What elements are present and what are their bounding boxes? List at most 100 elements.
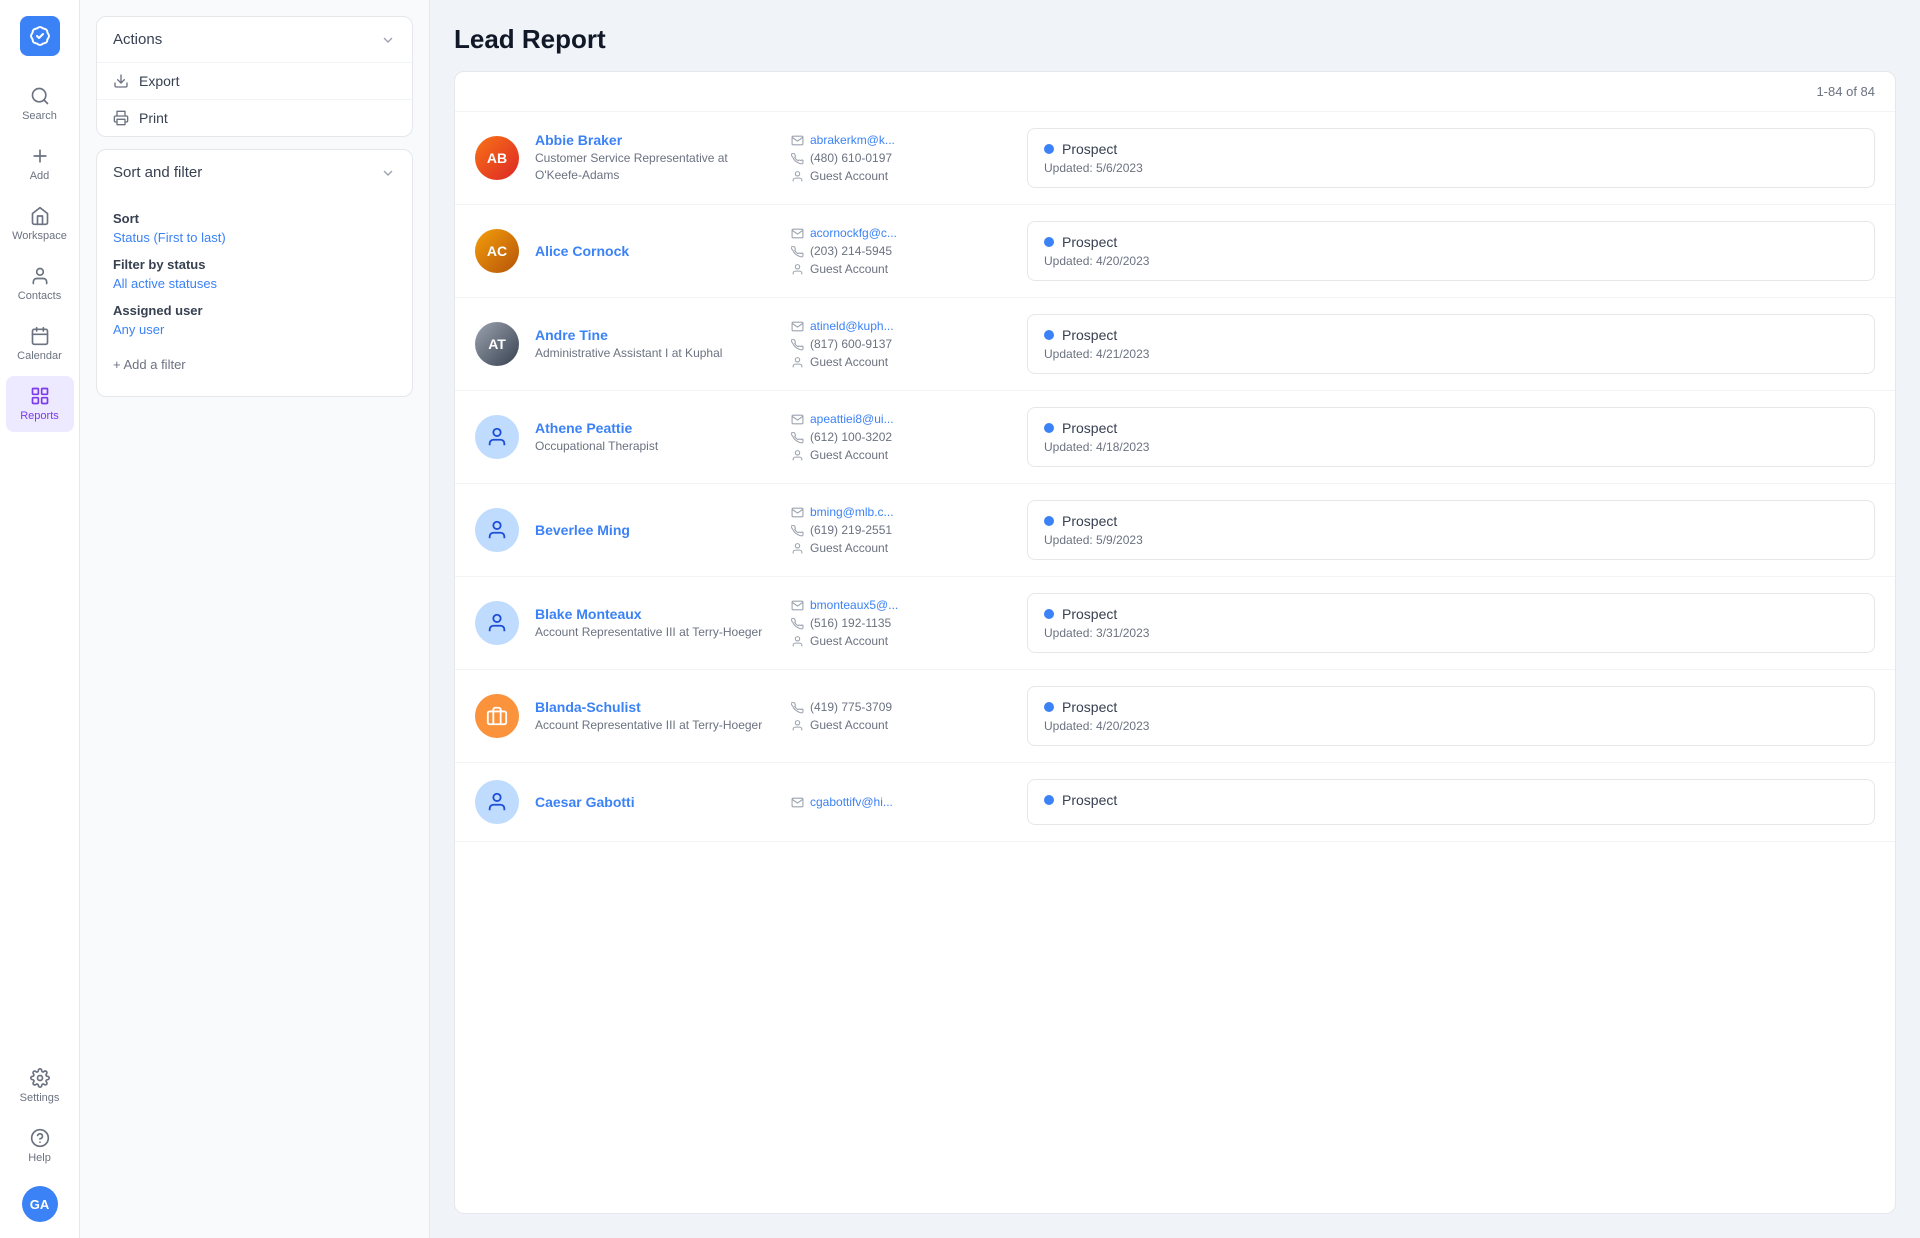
contact-phone: (480) 610-0197: [791, 151, 1011, 165]
contact-account: Guest Account: [791, 355, 1011, 369]
contact-account: Guest Account: [791, 169, 1011, 183]
lead-title: Account Representative III at Terry-Hoeg…: [535, 717, 775, 734]
sidebar-item-calendar[interactable]: Calendar: [6, 316, 74, 372]
contact-email: cgabottifv@hi...: [791, 795, 1011, 809]
table-row: AB Abbie Braker Customer Service Represe…: [455, 112, 1895, 205]
updated-text: Updated: 3/31/2023: [1044, 626, 1858, 640]
main-content: Lead Report 1-84 of 84 AB Abbie Braker C…: [430, 0, 1920, 1238]
contact-account: Guest Account: [791, 718, 1011, 732]
lead-name[interactable]: Blanda-Schulist: [535, 699, 775, 715]
contact-email: apeattiei8@ui...: [791, 412, 1011, 426]
status-label: Prospect: [1062, 792, 1117, 808]
phone-icon: [791, 245, 804, 258]
status-label: Prospect: [1062, 513, 1117, 529]
email-icon: [791, 796, 804, 809]
status-dot: [1044, 702, 1054, 712]
table-row: Blake Monteaux Account Representative II…: [455, 577, 1895, 670]
add-filter-button[interactable]: + Add a filter: [113, 349, 396, 380]
status-row: Prospect: [1044, 792, 1858, 808]
lead-status-card: Prospect Updated: 4/20/2023: [1027, 221, 1875, 281]
lead-name[interactable]: Athene Peattie: [535, 420, 775, 436]
actions-title: Actions: [113, 31, 162, 48]
contact-email: bming@mlb.c...: [791, 505, 1011, 519]
contact-email: abrakerkm@k...: [791, 133, 1011, 147]
lead-title: Account Representative III at Terry-Hoeg…: [535, 624, 775, 641]
assigned-user-value[interactable]: Any user: [113, 322, 396, 337]
status-row: Prospect: [1044, 699, 1858, 715]
sidebar-item-help[interactable]: Help: [6, 1118, 74, 1174]
sort-value[interactable]: Status (First to last): [113, 230, 396, 245]
sidebar-item-add[interactable]: Add: [6, 136, 74, 192]
table-row: Athene Peattie Occupational Therapist ap…: [455, 391, 1895, 484]
lead-info: Athene Peattie Occupational Therapist: [535, 420, 775, 455]
updated-text: Updated: 5/9/2023: [1044, 533, 1858, 547]
sidebar-item-label: Calendar: [17, 350, 62, 362]
email-icon: [791, 320, 804, 333]
chevron-down-icon: [380, 165, 396, 181]
account-icon: [791, 449, 804, 462]
lead-info: Caesar Gabotti: [535, 794, 775, 810]
lead-name[interactable]: Beverlee Ming: [535, 522, 775, 538]
user-avatar[interactable]: GA: [22, 1186, 58, 1222]
sort-filter-header[interactable]: Sort and filter: [97, 150, 412, 195]
contact-phone: (817) 600-9137: [791, 337, 1011, 351]
sidebar-item-search[interactable]: Search: [6, 76, 74, 132]
lead-status-card: Prospect Updated: 4/21/2023: [1027, 314, 1875, 374]
report-container: 1-84 of 84 AB Abbie Braker Customer Serv…: [454, 71, 1896, 1214]
status-row: Prospect: [1044, 420, 1858, 436]
account-icon: [791, 542, 804, 555]
status-label: Prospect: [1062, 234, 1117, 250]
filter-by-status-value[interactable]: All active statuses: [113, 276, 396, 291]
lead-name[interactable]: Caesar Gabotti: [535, 794, 775, 810]
table-row: Blanda-Schulist Account Representative I…: [455, 670, 1895, 763]
table-row: Beverlee Ming bming@mlb.c... (619) 219-2…: [455, 484, 1895, 577]
email-icon: [791, 134, 804, 147]
table-row: AT Andre Tine Administrative Assistant I…: [455, 298, 1895, 391]
lead-avatar: AC: [475, 229, 519, 273]
contact-account: Guest Account: [791, 448, 1011, 462]
export-action[interactable]: Export: [97, 62, 412, 99]
contact-account: Guest Account: [791, 541, 1011, 555]
status-row: Prospect: [1044, 606, 1858, 622]
updated-text: Updated: 5/6/2023: [1044, 161, 1858, 175]
app-logo[interactable]: [20, 16, 60, 56]
lead-name[interactable]: Alice Cornock: [535, 243, 775, 259]
status-label: Prospect: [1062, 420, 1117, 436]
actions-section: Actions Export Print: [96, 16, 413, 137]
account-icon: [791, 356, 804, 369]
sidebar-item-contacts[interactable]: Contacts: [6, 256, 74, 312]
lead-info: Andre Tine Administrative Assistant I at…: [535, 327, 775, 362]
lead-status-card: Prospect Updated: 4/18/2023: [1027, 407, 1875, 467]
contact-phone: (516) 192-1135: [791, 616, 1011, 630]
lead-info: Abbie Braker Customer Service Representa…: [535, 132, 775, 184]
lead-name[interactable]: Andre Tine: [535, 327, 775, 343]
status-label: Prospect: [1062, 141, 1117, 157]
lead-info: Blanda-Schulist Account Representative I…: [535, 699, 775, 734]
print-icon: [113, 110, 129, 126]
sidebar-item-label: Help: [28, 1152, 51, 1164]
account-icon: [791, 719, 804, 732]
lead-avatar: [475, 508, 519, 552]
phone-icon: [791, 431, 804, 444]
sidebar-item-reports[interactable]: Reports: [6, 376, 74, 432]
lead-info: Alice Cornock: [535, 243, 775, 259]
sort-filter-section: Sort and filter Sort Status (First to la…: [96, 149, 413, 397]
sidebar-item-label: Search: [22, 110, 57, 122]
print-action[interactable]: Print: [97, 99, 412, 136]
lead-name[interactable]: Blake Monteaux: [535, 606, 775, 622]
lead-status-card: Prospect Updated: 4/20/2023: [1027, 686, 1875, 746]
sidebar-item-label: Add: [30, 170, 50, 182]
table-row: AC Alice Cornock acornockfg@c... (203) 2…: [455, 205, 1895, 298]
left-navigation: Search Add Workspace Contacts Calendar R…: [0, 0, 80, 1238]
lead-name[interactable]: Abbie Braker: [535, 132, 775, 148]
sidebar-item-settings[interactable]: Settings: [6, 1058, 74, 1114]
sort-label: Sort: [113, 211, 396, 226]
sidebar-item-workspace[interactable]: Workspace: [6, 196, 74, 252]
lead-info: Blake Monteaux Account Representative II…: [535, 606, 775, 641]
actions-header[interactable]: Actions: [97, 17, 412, 62]
phone-icon: [791, 524, 804, 537]
lead-contact: (419) 775-3709 Guest Account: [791, 700, 1011, 732]
contact-phone: (619) 219-2551: [791, 523, 1011, 537]
contact-phone: (419) 775-3709: [791, 700, 1011, 714]
lead-title: Administrative Assistant I at Kuphal: [535, 345, 775, 362]
